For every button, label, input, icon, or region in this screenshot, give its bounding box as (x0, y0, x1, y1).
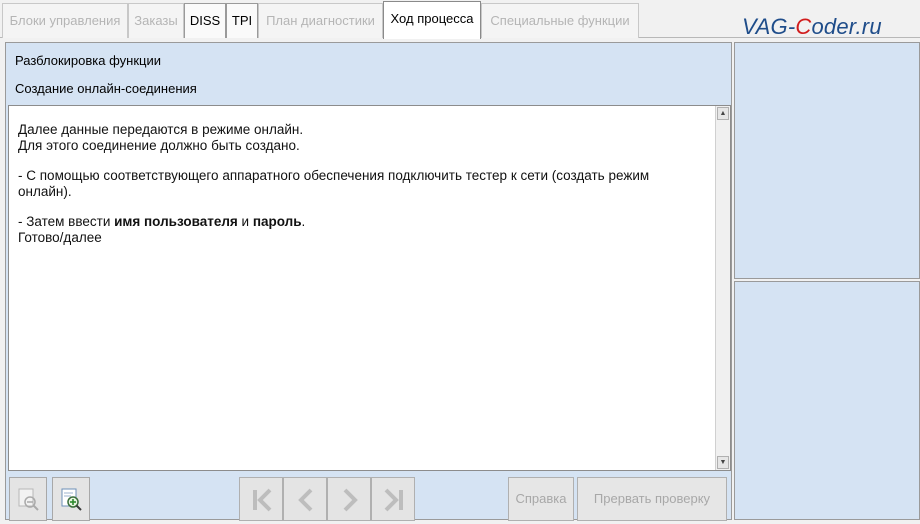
instruction-text-area[interactable]: Далее данные передаются в режиме онлайн.… (8, 105, 731, 471)
tab-diss[interactable]: DISS (184, 3, 226, 38)
zoom-in-button[interactable] (52, 477, 90, 521)
zoom-out-button[interactable] (9, 477, 47, 521)
last-step-button[interactable] (371, 477, 415, 521)
right-panel-bottom (734, 281, 920, 520)
tab-bar: Блоки управления Заказы DISS TPI План ди… (0, 0, 920, 39)
tab-orders[interactable]: Заказы (128, 3, 184, 38)
text-line: - С помощью соответствующего аппаратного… (18, 168, 650, 183)
previous-step-button[interactable] (283, 477, 327, 521)
tab-process-flow[interactable]: Ход процесса (383, 1, 481, 39)
previous-icon (298, 488, 313, 512)
help-button[interactable]: Справка (508, 477, 574, 521)
instruction-text: Далее данные передаются в режиме онлайн.… (18, 122, 708, 245)
username-emphasis: имя пользователя (114, 214, 238, 229)
tab-tpi[interactable]: TPI (226, 3, 258, 38)
zoom-out-icon (18, 488, 39, 511)
tab-control-units[interactable]: Блоки управления (2, 3, 128, 38)
tab-diagnostic-plan[interactable]: План диагностики (258, 3, 383, 38)
step-title: Создание онлайн-соединения (15, 81, 197, 96)
next-step-button[interactable] (327, 477, 371, 521)
right-panel-top (734, 42, 920, 279)
vertical-scrollbar[interactable]: ▲ ▼ (715, 106, 730, 470)
scroll-up-button[interactable]: ▲ (717, 107, 729, 120)
done-next-text: Готово/далее (18, 229, 102, 245)
step-header: Разблокировка функции Создание онлайн-со… (6, 43, 731, 105)
text-line: Для этого соединение должно быть создано… (18, 137, 300, 153)
step-navigation (239, 477, 415, 521)
password-emphasis: пароль (252, 214, 302, 229)
first-page-icon (253, 488, 272, 512)
abort-test-button[interactable]: Прервать проверку (577, 477, 727, 521)
scroll-down-button[interactable]: ▼ (717, 456, 729, 469)
next-icon (343, 488, 358, 512)
function-title: Разблокировка функции (15, 53, 161, 68)
watermark-logo: VAG-Coder.ru (742, 14, 882, 39)
tab-special-functions[interactable]: Специальные функции (481, 3, 639, 38)
first-step-button[interactable] (239, 477, 283, 521)
text-line: онлайн). (18, 183, 72, 199)
main-panel: Разблокировка функции Создание онлайн-со… (5, 42, 732, 521)
last-page-icon (384, 488, 403, 512)
text-line: - Затем ввести имя пользователя и пароль… (18, 214, 306, 229)
text-line: Далее данные передаются в режиме онлайн. (18, 122, 304, 137)
zoom-in-icon (61, 488, 82, 511)
